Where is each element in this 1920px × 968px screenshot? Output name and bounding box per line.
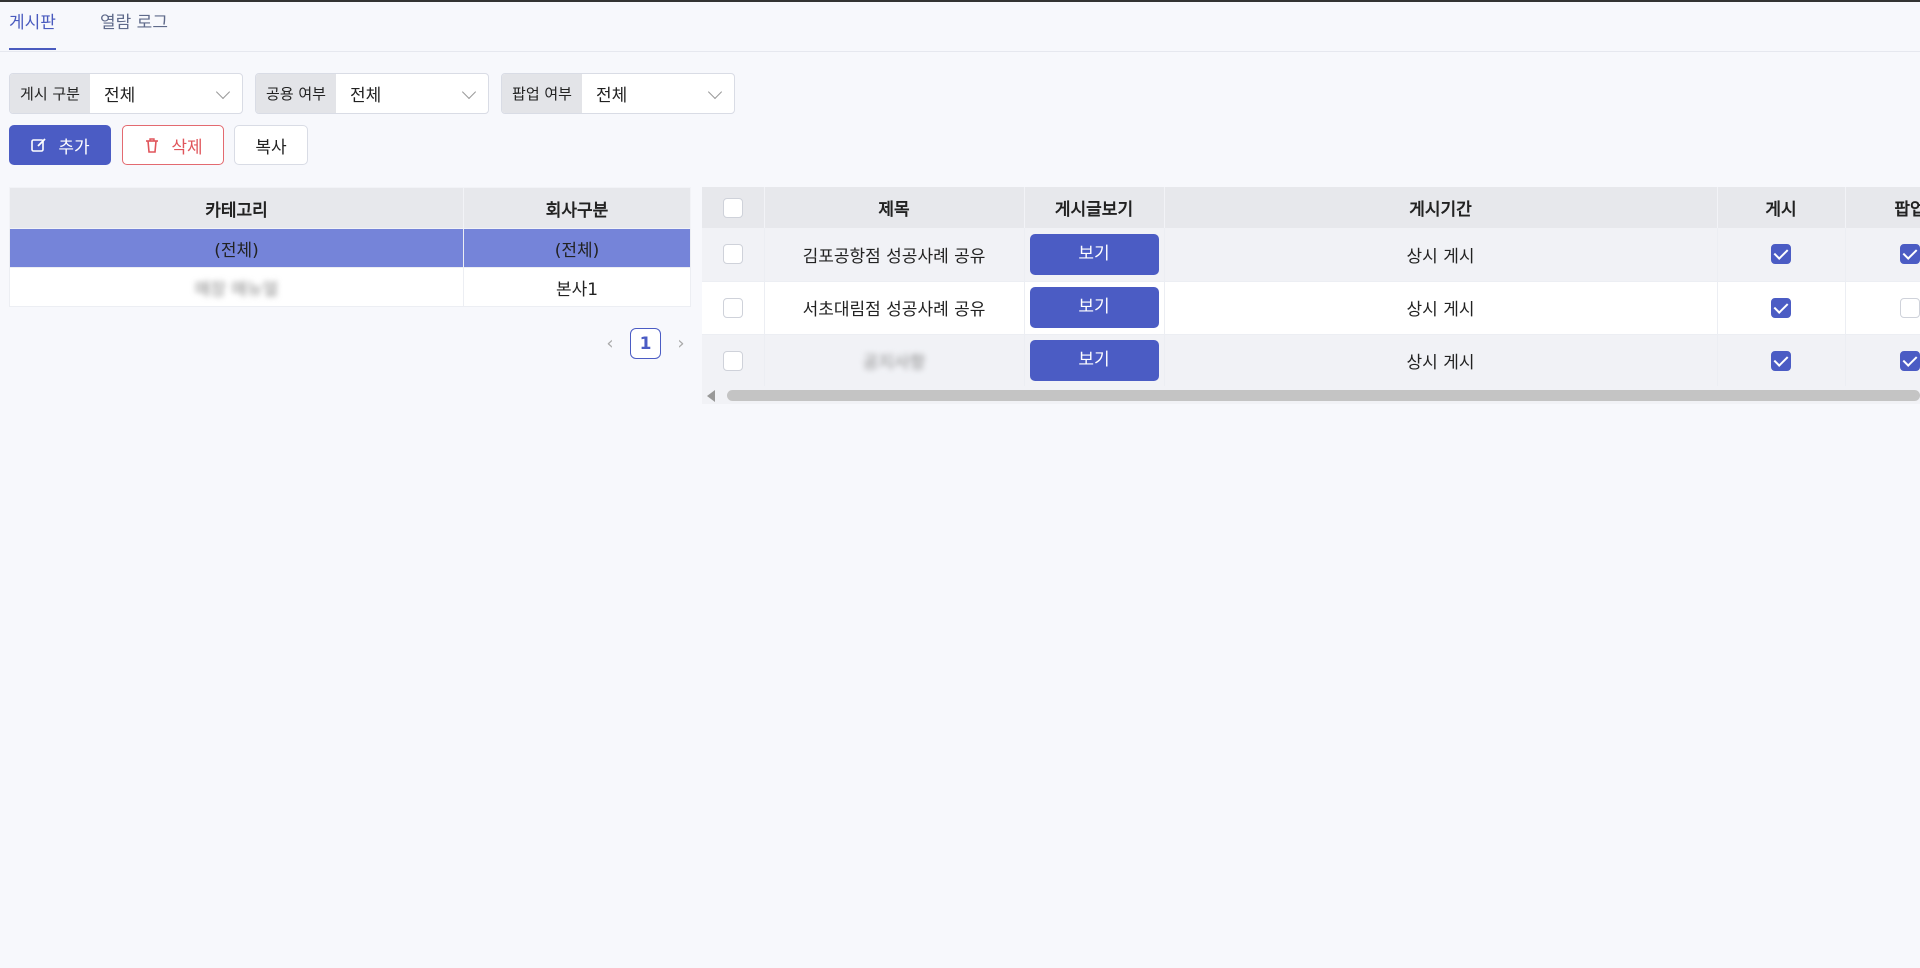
popup-cell — [1845, 281, 1920, 335]
chevron-down-icon — [707, 84, 723, 100]
posted-checkbox[interactable] — [1771, 244, 1791, 265]
posted-checkbox[interactable] — [1771, 350, 1791, 371]
filter-shared[interactable]: 공용 여부 전체 — [255, 73, 489, 114]
edit-icon — [31, 138, 46, 152]
popup-checkbox[interactable] — [1900, 297, 1920, 318]
add-button[interactable]: 추가 — [9, 125, 111, 165]
company-cell[interactable]: 본사1 — [463, 267, 691, 307]
company-cell[interactable]: (전체) — [463, 228, 691, 268]
row-select-cell — [702, 228, 765, 282]
add-button-label: 추가 — [58, 137, 90, 158]
table-row[interactable]: 공지사항 보기 상시 게시 — [702, 334, 1920, 388]
row-checkbox[interactable] — [722, 297, 743, 318]
pagination: ‹ 1 › — [600, 328, 691, 359]
chevron-right-icon[interactable]: › — [671, 333, 691, 354]
title-text: 공지사항 — [862, 353, 926, 373]
select-all-checkbox[interactable] — [722, 197, 743, 218]
select-all-cell — [702, 187, 765, 228]
filter-select[interactable]: 전체 — [582, 74, 734, 113]
period-cell[interactable]: 상시 게시 — [1164, 281, 1718, 335]
filter-popup[interactable]: 팝업 여부 전체 — [501, 73, 735, 114]
posted-checkbox[interactable] — [1771, 297, 1791, 318]
posted-cell — [1717, 281, 1846, 335]
view-cell: 보기 — [1024, 334, 1165, 388]
column-header-posted[interactable]: 게시 — [1717, 187, 1846, 228]
posted-cell — [1717, 228, 1846, 282]
delete-button[interactable]: 삭제 — [122, 125, 224, 165]
table-row[interactable]: 매장 매뉴얼 본사1 — [9, 267, 691, 307]
filter-select[interactable]: 전체 — [90, 74, 242, 113]
post-table: 제목 게시글보기 게시기간 게시 팝업 김포공항점 성공사례 공유 보기 상시 … — [702, 187, 1920, 388]
tab-board[interactable]: 게시판 — [9, 10, 56, 50]
view-cell: 보기 — [1024, 281, 1165, 335]
chevron-left-icon[interactable]: ‹ — [600, 333, 620, 354]
scrollbar-thumb[interactable] — [727, 390, 1920, 401]
period-cell[interactable]: 상시 게시 — [1164, 334, 1718, 388]
category-cell[interactable]: 매장 매뉴얼 — [9, 267, 464, 307]
column-header-category[interactable]: 카테고리 — [9, 187, 464, 229]
popup-checkbox[interactable] — [1900, 350, 1920, 371]
filter-value: 전체 — [350, 86, 382, 106]
row-select-cell — [702, 281, 765, 335]
view-button[interactable]: 보기 — [1029, 233, 1159, 275]
tab-bar: 게시판 열람 로그 — [0, 2, 1920, 52]
category-text: 매장 매뉴얼 — [194, 279, 279, 300]
column-header-popup[interactable]: 팝업 — [1845, 187, 1920, 228]
period-cell[interactable]: 상시 게시 — [1164, 228, 1718, 282]
column-header-period[interactable]: 게시기간 — [1164, 187, 1718, 228]
popup-cell — [1845, 334, 1920, 388]
filter-select[interactable]: 전체 — [336, 74, 488, 113]
filter-value: 전체 — [596, 86, 628, 106]
title-cell[interactable]: 김포공항점 성공사례 공유 — [764, 228, 1025, 282]
chevron-down-icon — [215, 84, 231, 100]
table-row[interactable]: 김포공항점 성공사례 공유 보기 상시 게시 — [702, 228, 1920, 282]
row-checkbox[interactable] — [722, 350, 743, 371]
column-header-view[interactable]: 게시글보기 — [1024, 187, 1165, 228]
popup-cell — [1845, 228, 1920, 282]
table-row[interactable]: 서초대림점 성공사례 공유 보기 상시 게시 — [702, 281, 1920, 335]
trash-icon — [146, 138, 159, 153]
filter-label: 게시 구분 — [10, 74, 90, 113]
scroll-left-icon[interactable] — [707, 390, 715, 402]
filter-value: 전체 — [104, 86, 136, 106]
copy-button[interactable]: 복사 — [234, 125, 308, 165]
category-table: 카테고리 회사구분 (전체) (전체) 매장 매뉴얼 본사1 — [9, 187, 691, 307]
title-cell[interactable]: 서초대림점 성공사례 공유 — [764, 281, 1025, 335]
row-checkbox[interactable] — [722, 244, 743, 265]
category-cell[interactable]: (전체) — [9, 228, 464, 268]
title-cell[interactable]: 공지사항 — [764, 334, 1025, 388]
filter-post-type[interactable]: 게시 구분 전체 — [9, 73, 243, 114]
horizontal-scrollbar[interactable] — [702, 386, 1920, 404]
filter-label: 팝업 여부 — [502, 74, 582, 113]
view-button[interactable]: 보기 — [1029, 340, 1159, 381]
popup-checkbox[interactable] — [1900, 244, 1920, 265]
table-row[interactable]: (전체) (전체) — [9, 228, 691, 268]
chevron-down-icon — [461, 84, 477, 100]
view-button[interactable]: 보기 — [1029, 287, 1159, 328]
post-table-container: 제목 게시글보기 게시기간 게시 팝업 김포공항점 성공사례 공유 보기 상시 … — [702, 187, 1920, 405]
tab-view-log[interactable]: 열람 로그 — [100, 10, 168, 50]
page-number[interactable]: 1 — [630, 328, 661, 359]
table-header-row: 카테고리 회사구분 — [9, 187, 691, 229]
column-header-title[interactable]: 제목 — [764, 187, 1025, 228]
posted-cell — [1717, 334, 1846, 388]
view-cell: 보기 — [1024, 228, 1165, 282]
table-header-row: 제목 게시글보기 게시기간 게시 팝업 — [702, 187, 1920, 228]
row-select-cell — [702, 334, 765, 388]
column-header-company[interactable]: 회사구분 — [463, 187, 691, 229]
filter-label: 공용 여부 — [256, 74, 336, 113]
delete-button-label: 삭제 — [171, 137, 203, 158]
